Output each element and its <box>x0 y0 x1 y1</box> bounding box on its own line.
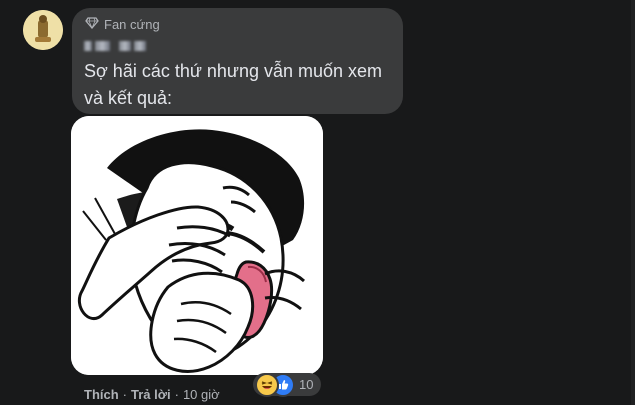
haha-icon <box>255 372 279 397</box>
scrollbar[interactable] <box>631 0 635 405</box>
avatar-icon <box>23 10 63 50</box>
comment-image[interactable] <box>71 116 323 375</box>
reaction-count: 10 <box>299 377 314 392</box>
comment-time[interactable]: 10 giờ <box>183 387 220 402</box>
reaction-summary[interactable]: 10 <box>253 372 321 397</box>
facebook-comment-view: Fan cứng Sợ hãi các thứ nhưng vẫn muốn x… <box>0 0 635 405</box>
fan-badge-label: Fan cứng <box>104 17 160 32</box>
badge-row: Fan cứng <box>85 17 391 33</box>
comment-bubble: Fan cứng Sợ hãi các thứ nhưng vẫn muốn x… <box>72 8 403 114</box>
reply-link[interactable]: Trả lời <box>131 387 171 402</box>
separator-dot: · <box>122 386 128 402</box>
diamond-icon <box>85 16 99 34</box>
like-link[interactable]: Thích <box>84 387 119 402</box>
author-name-blurred[interactable] <box>84 38 391 54</box>
separator-dot: · <box>174 386 179 402</box>
avatar[interactable] <box>23 10 63 50</box>
meme-face-palm-icon <box>71 116 323 375</box>
comment-actions: Thích · Trả lời · 10 giờ <box>84 385 220 403</box>
comment-text: Sợ hãi các thứ nhưng vẫn muốn xem và kết… <box>84 61 383 108</box>
